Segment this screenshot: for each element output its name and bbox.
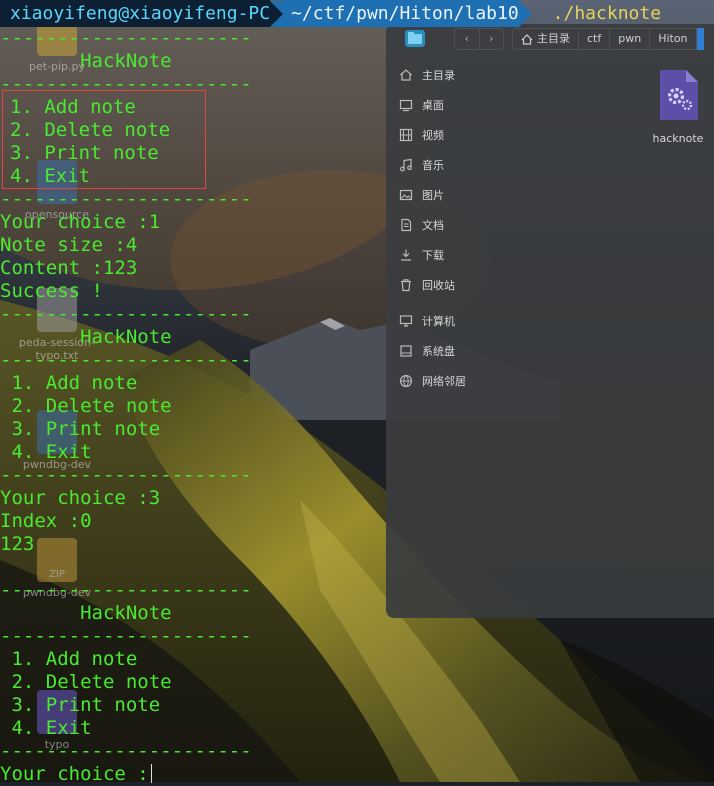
- sidebar-item-label: 网络邻居: [422, 375, 466, 388]
- desktop-icon-typo[interactable]: typo: [22, 690, 92, 751]
- file-manager-toolbar: ‹ › 主目录 ctf pwn Hiton: [386, 24, 714, 54]
- sidebar-item-computer[interactable]: 计算机: [386, 306, 506, 336]
- sidebar-item-trash[interactable]: 回收站: [386, 270, 506, 300]
- sidebar-item-label: 文档: [422, 219, 444, 232]
- file-manager-app-icon[interactable]: [404, 27, 426, 49]
- file-manager-sidebar: 主目录 桌面 视频 音乐 图片 文档 下载 回收站 计算机 系统盘 网络邻居: [386, 60, 506, 396]
- zip-badge: ZIP: [49, 569, 65, 580]
- sidebar-item-documents[interactable]: 文档: [386, 210, 506, 240]
- desktop-icon-pet-pip[interactable]: pet-pip.py: [22, 12, 92, 73]
- computer-icon: [399, 315, 413, 327]
- sidebar-item-label: 回收站: [422, 279, 455, 292]
- home-icon: [400, 69, 412, 81]
- video-icon: [399, 128, 413, 142]
- sidebar-item-label: 计算机: [422, 315, 455, 328]
- sidebar-item-label: 主目录: [422, 69, 455, 82]
- folder-icon: [37, 410, 77, 454]
- breadcrumb-home[interactable]: 主目录: [512, 28, 579, 50]
- network-icon: [399, 374, 413, 388]
- picture-icon: [399, 189, 413, 201]
- home-icon: [521, 33, 533, 45]
- desktop-icon-label: opensource: [25, 208, 89, 221]
- sidebar-item-label: 系统盘: [422, 345, 455, 358]
- zip-archive-icon: ZIP: [37, 538, 77, 582]
- folder-icon: [37, 160, 77, 204]
- breadcrumb-current[interactable]: [696, 28, 704, 50]
- desktop-icon-label: pet-pip.py: [28, 60, 86, 73]
- music-icon: [400, 158, 412, 172]
- download-icon: [401, 249, 411, 261]
- sidebar-item-label: 图片: [422, 189, 444, 202]
- breadcrumb: 主目录 ctf pwn Hiton: [512, 28, 704, 50]
- disk-icon: [400, 345, 412, 357]
- document-icon: [401, 218, 412, 232]
- breadcrumb-ctf[interactable]: ctf: [579, 28, 611, 50]
- desktop-icon: [399, 99, 413, 112]
- executable-icon: [37, 690, 77, 734]
- breadcrumb-hiton[interactable]: Hiton: [650, 28, 697, 50]
- sidebar-item-network[interactable]: 网络邻居: [386, 366, 506, 396]
- sidebar-item-label: 下载: [422, 249, 444, 262]
- sidebar-item-system-disk[interactable]: 系统盘: [386, 336, 506, 366]
- sidebar-item-desktop[interactable]: 桌面: [386, 90, 506, 120]
- text-file-icon: [37, 288, 77, 332]
- desktop-icon-peda-session[interactable]: peda-session-typo.txt: [12, 288, 102, 362]
- trash-icon: [401, 279, 411, 292]
- sidebar-item-downloads[interactable]: 下载: [386, 240, 506, 270]
- forward-button[interactable]: ›: [480, 29, 504, 49]
- sidebar-item-home[interactable]: 主目录: [386, 60, 506, 90]
- file-manager-window: ‹ › 主目录 ctf pwn Hiton 主目录 桌面 视频 音乐 图片 文档…: [386, 24, 714, 618]
- file-name-label: hacknote: [652, 132, 704, 145]
- desktop-icon-label: peda-session-typo.txt: [18, 336, 96, 362]
- desktop-icon-label: pwndbg-dev: [22, 586, 92, 599]
- breadcrumb-label: 主目录: [537, 32, 570, 45]
- sidebar-item-label: 视频: [422, 129, 444, 142]
- desktop-icon-opensource[interactable]: opensource: [22, 160, 92, 221]
- desktop-icon-pwndbg-dev-zip[interactable]: ZIP pwndbg-dev: [12, 538, 102, 599]
- python-file-icon: [37, 12, 77, 56]
- breadcrumb-pwn[interactable]: pwn: [610, 28, 651, 50]
- desktop-icon-label: pwndbg-dev: [22, 458, 92, 471]
- executable-gear-icon: [660, 70, 698, 120]
- sidebar-item-label: 桌面: [422, 99, 444, 112]
- sidebar-item-pictures[interactable]: 图片: [386, 180, 506, 210]
- file-item-hacknote[interactable]: hacknote: [648, 68, 708, 145]
- desktop-icon-label: typo: [44, 738, 70, 751]
- back-button[interactable]: ‹: [455, 29, 480, 49]
- sidebar-item-label: 音乐: [422, 159, 444, 172]
- sidebar-item-videos[interactable]: 视频: [386, 120, 506, 150]
- desktop-icon-pwndbg-dev[interactable]: pwndbg-dev: [22, 410, 92, 471]
- history-nav: ‹ ›: [454, 28, 504, 50]
- sidebar-item-music[interactable]: 音乐: [386, 150, 506, 180]
